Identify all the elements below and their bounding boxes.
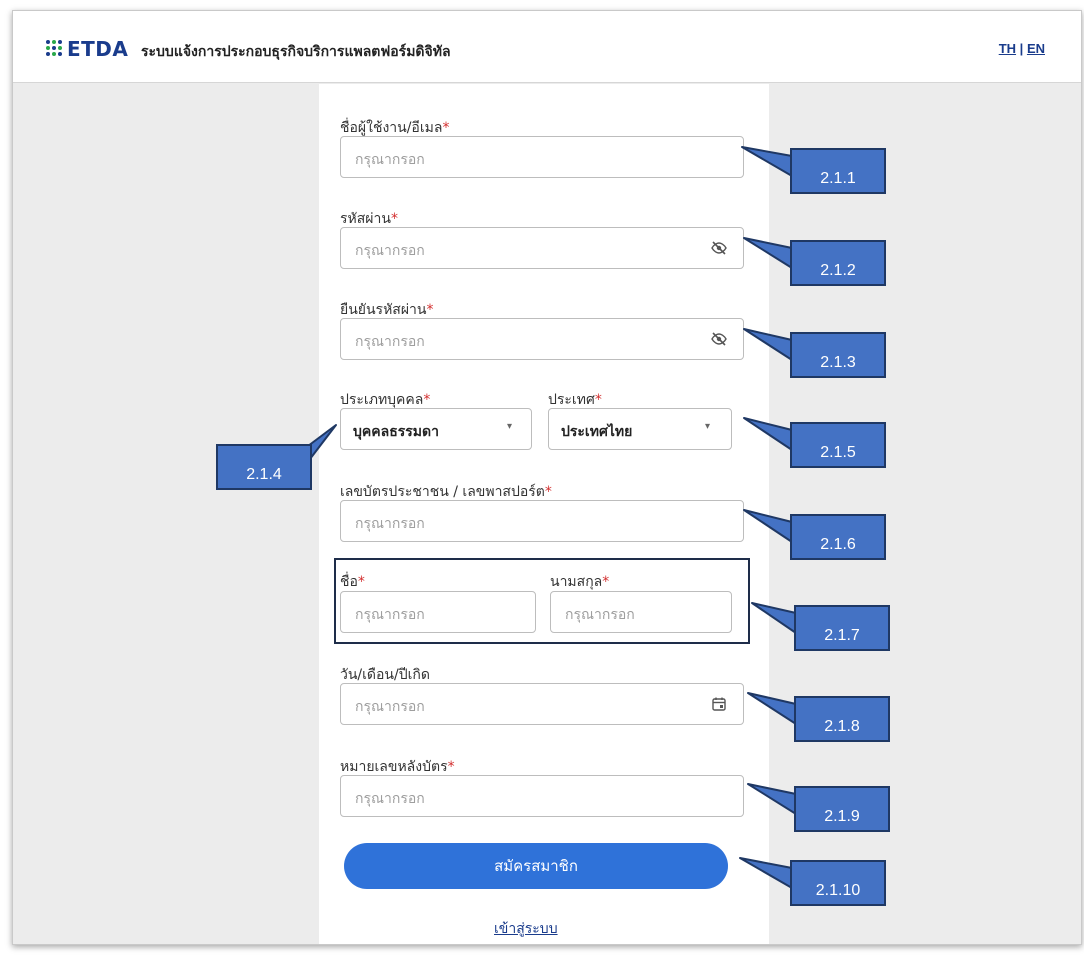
confirm-password-placeholder: กรุณากรอก — [355, 334, 425, 350]
password-label-text: รหัสผ่าน — [340, 211, 391, 227]
callout-label: 2.1.8 — [794, 696, 890, 742]
lang-separator: | — [1019, 41, 1024, 56]
username-placeholder: กรุณากรอก — [355, 152, 425, 168]
person-type-select[interactable]: บุคคลธรรมดา ▾ — [340, 408, 532, 450]
first-name-input[interactable]: กรุณากรอก — [340, 591, 536, 633]
country-select[interactable]: ประเทศไทย ▾ — [548, 408, 732, 450]
card-back-number-input[interactable]: กรุณากรอก — [340, 775, 744, 817]
password-placeholder: กรุณากรอก — [355, 243, 425, 259]
first-name-placeholder: กรุณากรอก — [355, 607, 425, 623]
person-type-value: บุคคลธรรมดา — [353, 424, 439, 440]
callout-label: 2.1.3 — [790, 332, 886, 378]
required-mark: * — [390, 211, 398, 227]
country-label-text: ประเทศ — [548, 392, 595, 408]
first-name-label: ชื่อ* — [340, 571, 365, 593]
username-label-text: ชื่อผู้ใช้งาน/อีเมล — [340, 120, 443, 136]
login-link[interactable]: เข้าสู่ระบบ — [494, 918, 558, 940]
app-title: ระบบแจ้งการประกอบธุรกิจบริการแพลตฟอร์มดิ… — [141, 44, 451, 60]
id-number-placeholder: กรุณากรอก — [355, 516, 425, 532]
required-mark: * — [442, 120, 450, 136]
required-mark: * — [357, 574, 365, 590]
country-value: ประเทศไทย — [561, 424, 633, 440]
id-number-label-text: เลขบัตรประชาชน / เลขพาสปอร์ต — [340, 484, 545, 500]
card-back-number-placeholder: กรุณากรอก — [355, 791, 425, 807]
required-mark: * — [602, 574, 610, 590]
top-header: ETDA ระบบแจ้งการประกอบธุรกิจบริการแพลตฟอ… — [13, 11, 1081, 83]
username-input[interactable]: กรุณากรอก — [340, 136, 744, 178]
logo-text: ETDA — [67, 37, 129, 61]
required-mark: * — [447, 759, 455, 775]
callout-label: 2.1.4 — [216, 444, 312, 490]
person-type-label-text: ประเภทบุคคล — [340, 392, 424, 408]
callout-label: 2.1.9 — [794, 786, 890, 832]
password-input[interactable]: กรุณากรอก — [340, 227, 744, 269]
card-back-number-label-text: หมายเลขหลังบัตร — [340, 759, 448, 775]
callout-label: 2.1.7 — [794, 605, 890, 651]
language-switcher: TH | EN — [999, 41, 1045, 56]
id-number-input[interactable]: กรุณากรอก — [340, 500, 744, 542]
lang-en-link[interactable]: EN — [1027, 41, 1045, 56]
birth-date-input[interactable]: กรุณากรอก — [340, 683, 744, 725]
calendar-icon[interactable] — [711, 696, 727, 712]
chevron-down-icon: ▾ — [705, 421, 711, 432]
callout-label: 2.1.6 — [790, 514, 886, 560]
last-name-label: นามสกุล* — [550, 571, 609, 593]
register-button[interactable]: สมัครสมาชิก — [344, 843, 728, 889]
last-name-input[interactable]: กรุณากรอก — [550, 591, 732, 633]
required-mark: * — [426, 302, 434, 318]
callout-label: 2.1.10 — [790, 860, 886, 906]
chevron-down-icon: ▾ — [507, 421, 513, 432]
required-mark: * — [423, 392, 431, 408]
last-name-label-text: นามสกุล — [550, 574, 603, 590]
lang-th-link[interactable]: TH — [999, 41, 1016, 56]
callout-label: 2.1.5 — [790, 422, 886, 468]
callout-label: 2.1.1 — [790, 148, 886, 194]
first-name-label-text: ชื่อ — [340, 574, 358, 590]
confirm-password-input[interactable]: กรุณากรอก — [340, 318, 744, 360]
eye-off-icon[interactable] — [711, 240, 727, 256]
eye-off-icon[interactable] — [711, 331, 727, 347]
birth-date-placeholder: กรุณากรอก — [355, 699, 425, 715]
required-mark: * — [544, 484, 552, 500]
callout-label: 2.1.2 — [790, 240, 886, 286]
birth-date-label-text: วัน/เดือน/ปีเกิด — [340, 667, 430, 683]
last-name-placeholder: กรุณากรอก — [565, 607, 635, 623]
confirm-password-label-text: ยืนยันรหัสผ่าน — [340, 302, 427, 318]
etda-logo-icon — [45, 39, 63, 57]
required-mark: * — [594, 392, 602, 408]
